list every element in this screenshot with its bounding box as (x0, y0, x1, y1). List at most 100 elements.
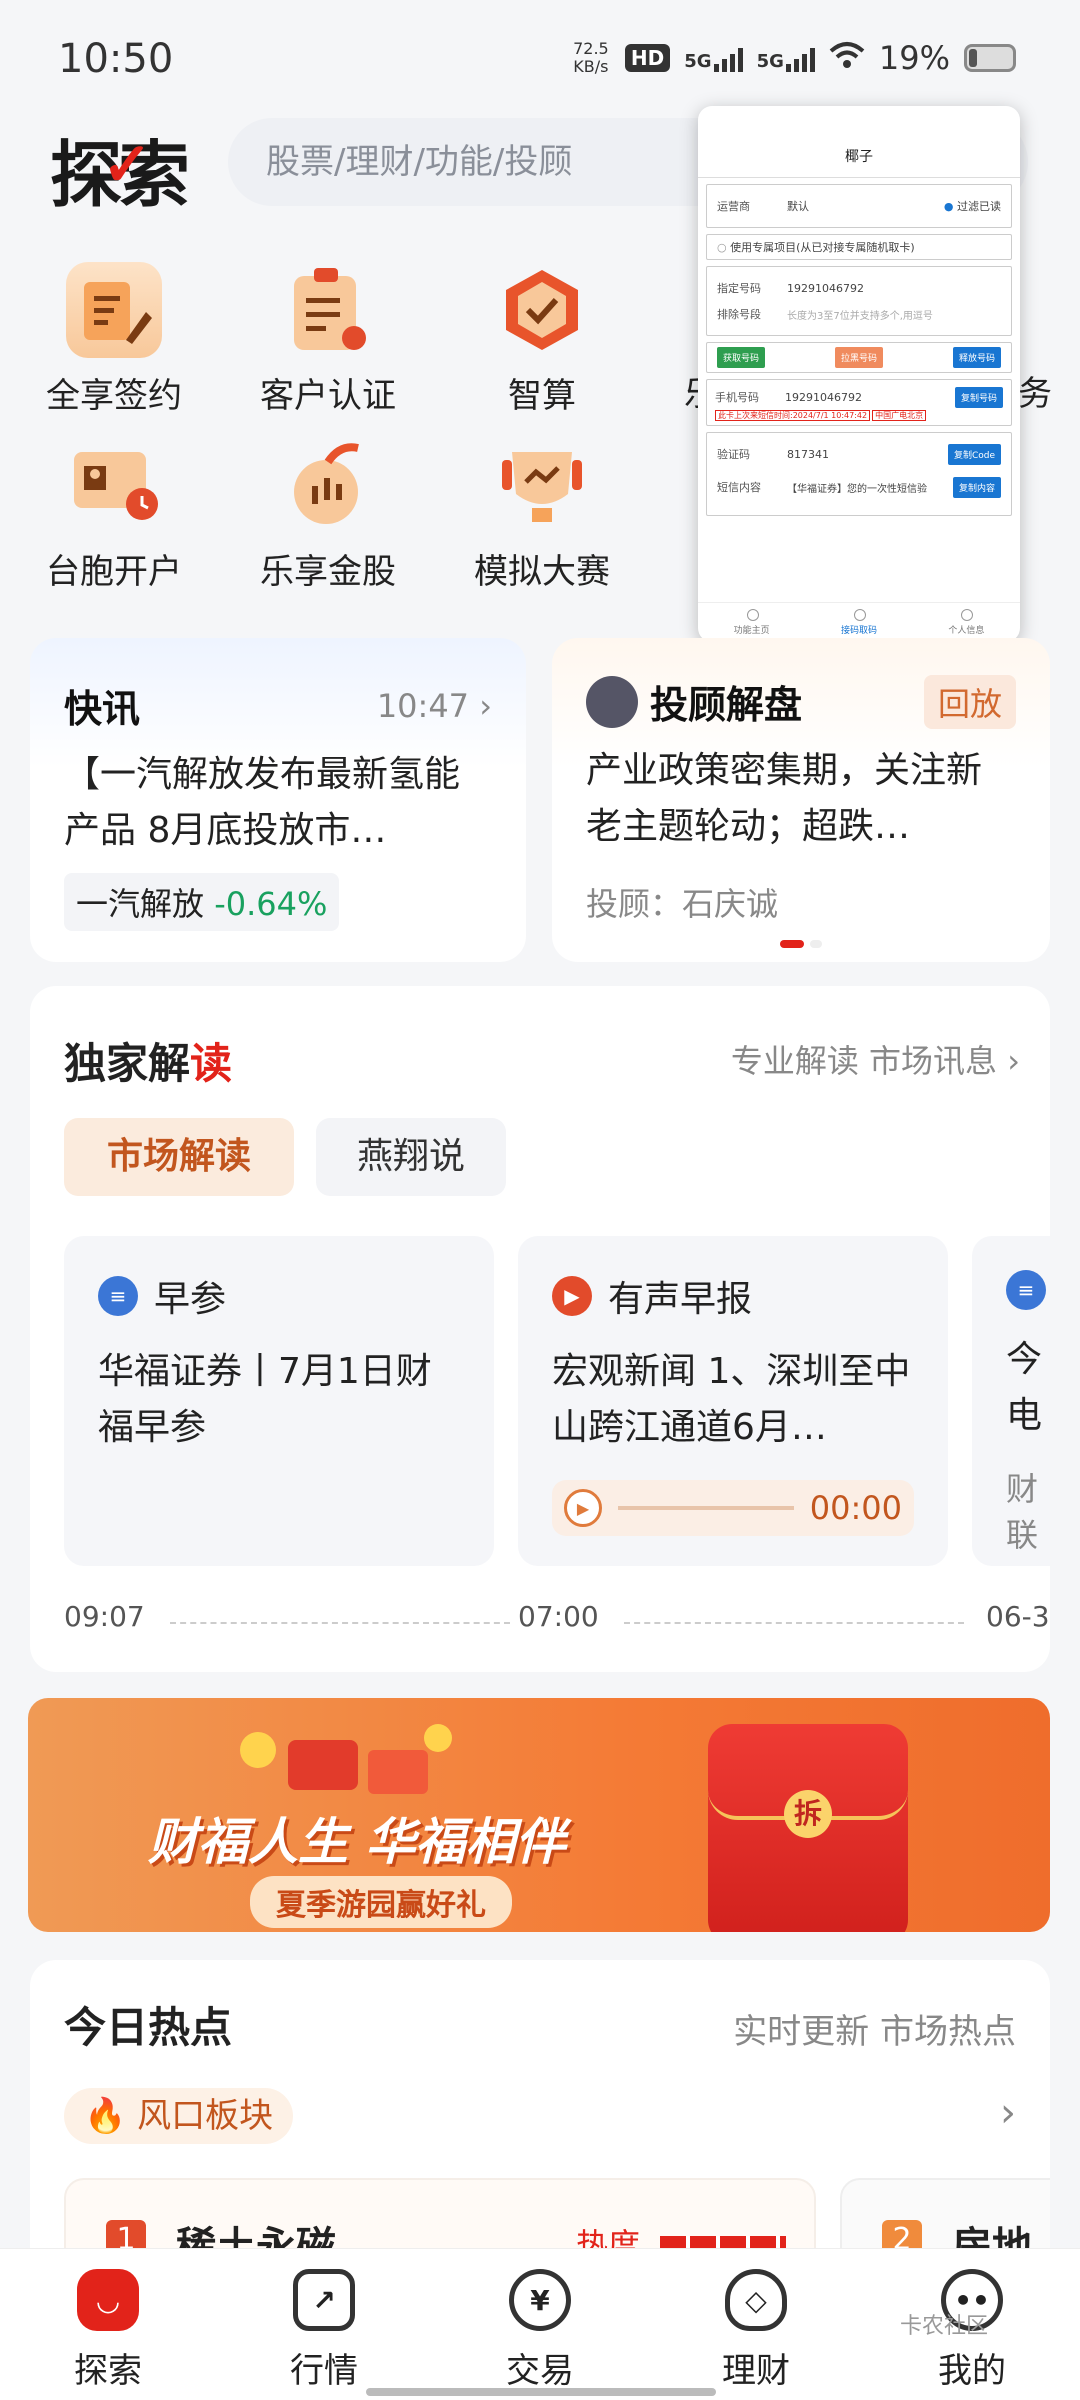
timeline-time-1: 09:07 (64, 1600, 145, 1633)
get-number-button[interactable]: 获取号码 (717, 347, 766, 368)
grid-item-contest[interactable]: 模拟大赛 (432, 438, 652, 593)
wifi-icon (829, 38, 865, 78)
timeline-divider (624, 1622, 964, 1624)
release-number-button[interactable]: 释放号码 (952, 347, 1001, 368)
net-speed: 72.5 KB/s (573, 39, 609, 76)
sim1-signal-icon: 5G (684, 44, 743, 72)
yen-icon: ¥ (509, 2269, 571, 2331)
code-box: 验证码 817341 复制Code 短信内容 【华福证券】您的一次性短信验 复制内容 (706, 432, 1012, 516)
play-icon[interactable]: ▶ (564, 1489, 602, 1527)
flash-news-time: 10:47 › (376, 686, 492, 725)
carrier-select[interactable]: 默认 (787, 198, 944, 214)
contract-icon (66, 262, 162, 358)
flash-news-card[interactable]: 快讯 10:47 › 【一汽解放发布最新氢能产品 8月底投放市… 一汽解放 -0… (30, 638, 526, 962)
document-icon: ≡ (98, 1276, 138, 1316)
phone-box: 手机号码 19291046792 复制号码 此卡上次来短信时间:2024/7/1 1… (706, 379, 1012, 426)
grid-item-smart[interactable]: 智算 (432, 262, 652, 417)
gold-stock-icon (280, 438, 376, 534)
clipboard-icon (280, 262, 376, 358)
advisor-name: 投顾：石庆诚 (586, 885, 779, 923)
interpretation-card-1[interactable]: ≡ 早参 华福证券丨7月1日财福早参 (64, 1236, 494, 1566)
last-sms-note: 此卡上次来短信时间:2024/7/1 10:47:42 (715, 410, 871, 421)
floating-sms-tool-window[interactable]: 椰子 运营商 默认 ● 过滤已读 ○ 使用专属项目(从已对接专属随机取卡) 指定号码… (698, 106, 1020, 642)
exclusive-section: 独家解读 专业解读 市场讯息 › 市场解读 燕翔说 ≡ 早参 华福证券丨7月1日财… (30, 986, 1050, 1672)
red-envelope-icon: 拆 (708, 1724, 908, 1932)
nav-trade[interactable]: ¥ 交易 (432, 2249, 648, 2400)
battery-icon (964, 44, 1016, 72)
exclude-segment-field[interactable]: 长度为3至7位并支持多个,用逗号 (787, 307, 933, 322)
advisor-body: 产业政策密集期，关注新老主题轮动；超跌… (586, 750, 983, 847)
overlay-tab-code[interactable]: 接码取码 (805, 603, 912, 642)
copy-phone-button[interactable]: 复制号码 (954, 386, 1003, 408)
trend-chart-icon: ↗ (293, 2269, 355, 2331)
tab-yanxiang[interactable]: 燕翔说 (316, 1118, 506, 1196)
audio-player[interactable]: ▶ 00:00 (552, 1480, 914, 1536)
trophy-icon (494, 438, 590, 534)
banner-subtitle: 夏季游园赢好礼 (250, 1876, 512, 1928)
hot-today-section: 今日热点 实时更新 市场热点 🔥 风口板块 › 1 稀土永磁 热度 2 房地 (30, 1960, 1050, 2290)
flash-news-title: 快讯 (64, 687, 141, 731)
banner-headline: 财福人生 华福相伴 (148, 1813, 566, 1871)
carousel-dots (780, 940, 822, 948)
grid-item-hidden-right[interactable]: 务 (1018, 366, 1052, 415)
exclusive-option[interactable]: ○ 使用专属项目(从已对接专属随机取卡) (706, 234, 1012, 260)
timeline-divider (170, 1622, 510, 1624)
shield-check-icon (494, 262, 590, 358)
advisor-avatar (586, 675, 638, 728)
id-card-icon (66, 438, 162, 534)
exclusive-title: 独家解读 (64, 1039, 233, 1088)
grid-item-contract[interactable]: 全享签约 (4, 262, 224, 417)
clock: 10:50 (58, 36, 174, 82)
interpretation-card-3[interactable]: ≡ 今电 财联 (972, 1236, 1050, 1566)
verification-code: 817341 (787, 447, 829, 461)
carrier-box: 运营商 默认 ● 过滤已读 (706, 184, 1012, 228)
hd-voice-icon: HD (624, 44, 671, 72)
filter-read-checkbox[interactable]: ● 过滤已读 (944, 198, 1001, 214)
phone-number: 19291046792 (785, 390, 862, 404)
chevron-right-icon: › (479, 686, 492, 725)
hot-title: 今日热点 (64, 2003, 233, 2052)
home-indicator[interactable] (366, 2388, 716, 2396)
flame-icon: 🔥 (84, 2096, 127, 2136)
tab-market-interpretation[interactable]: 市场解读 (64, 1118, 294, 1196)
replay-badge[interactable]: 回放 (923, 674, 1016, 729)
advisor-card[interactable]: 投顾解盘 回放 产业政策密集期，关注新老主题轮动；超跌… 投顾：石庆诚 (552, 638, 1050, 962)
promo-banner[interactable]: 财福人生 华福相伴 夏季游园赢好礼 拆 (28, 1698, 1050, 1932)
explore-icon: ◡ (77, 2269, 139, 2331)
sim2-signal-icon: 5G (757, 44, 815, 72)
overlay-title: 椰子 (698, 106, 1020, 178)
copy-sms-button[interactable]: 复制内容 (952, 476, 1001, 498)
watermark-logo: 卡农社区 (900, 2314, 989, 2339)
nav-explore[interactable]: ◡ 探索 (0, 2249, 216, 2400)
status-bar: 10:50 72.5 KB/s HD 5G 5G 19% (0, 0, 1080, 120)
exclusive-more-link[interactable]: 专业解读 市场讯息 › (731, 1036, 1020, 1082)
nav-wealth[interactable]: ◇ 理财 (648, 2249, 864, 2400)
money-bag-icon: ◇ (725, 2269, 787, 2331)
carrier-tag: 中国广电北京 (872, 410, 927, 421)
specified-number-field[interactable]: 19291046792 (787, 282, 864, 295)
number-settings: 指定号码 19291046792 排除号段 长度为3至7位并支持多个,用逗号 (706, 266, 1012, 336)
overlay-tab-profile[interactable]: 个人信息 (913, 603, 1020, 642)
interpretation-card-2[interactable]: ▶ 有声早报 宏观新闻 1、深圳至中山跨江通道6月… ▶ 00:00 (518, 1236, 948, 1566)
sms-content: 【华福证券】您的一次性短信验 (787, 483, 927, 495)
app-logo: 探索 ✓ (50, 130, 190, 217)
hot-subtitle: 实时更新 市场热点 (733, 2012, 1016, 2052)
hot-sector-pill[interactable]: 🔥 风口板块 (64, 2088, 294, 2144)
grid-item-taiwan-account[interactable]: 台胞开户 (4, 438, 224, 593)
grid-item-verify[interactable]: 客户认证 (218, 262, 438, 417)
audio-icon: ▶ (552, 1276, 592, 1316)
chevron-right-icon[interactable]: › (1000, 2090, 1016, 2136)
timeline-time-2: 07:00 (518, 1600, 599, 1633)
timeline-time-3: 06-3 (986, 1600, 1050, 1633)
flash-news-body: 【一汽解放发布最新氢能产品 8月底投放市… (64, 754, 461, 851)
status-icons: 72.5 KB/s HD 5G 5G 19% (571, 38, 1016, 78)
nav-market[interactable]: ↗ 行情 (216, 2249, 432, 2400)
audio-progress[interactable] (618, 1506, 794, 1510)
overlay-tabbar: 功能主页 接码取码 个人信息 (698, 602, 1020, 642)
grid-item-gold-stock[interactable]: 乐享金股 (218, 438, 438, 593)
copy-code-button[interactable]: 复制Code (947, 443, 1001, 465)
overlay-tab-home[interactable]: 功能主页 (698, 603, 805, 642)
blacklist-number-button[interactable]: 拉黑号码 (834, 347, 883, 368)
gift-icon (148, 1720, 508, 1800)
stock-tag[interactable]: 一汽解放 -0.64% (64, 873, 340, 931)
